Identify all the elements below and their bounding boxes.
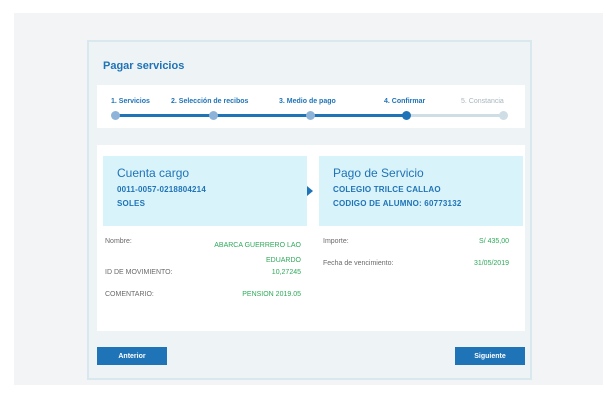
anterior-button[interactable]: Anterior	[97, 347, 167, 365]
movimiento-value: 10,27245	[271, 269, 301, 276]
account-number: 0011-0057-0218804214	[117, 185, 206, 194]
cuenta-cargo-heading: Cuenta cargo	[117, 166, 190, 180]
movimiento-label: ID DE MOVIMIENTO:	[105, 269, 173, 276]
progress-stepper: 1. Servicios 2. Selección de recibos 3. …	[97, 85, 525, 128]
importe-value: S/ 435,00	[479, 238, 509, 245]
step-dot-3	[306, 111, 315, 120]
step-servicios: 1. Servicios	[111, 98, 150, 105]
step-constancia: 5. Constancia	[461, 98, 504, 105]
step-confirmar: 4. Confirmar	[384, 98, 426, 105]
vencimiento-value: 31/05/2019	[473, 260, 509, 267]
comentario-value: PENSION 2019.05	[242, 291, 301, 298]
arrow-right-icon	[307, 186, 313, 196]
step-dot-2	[209, 111, 218, 120]
page-title: Pagar servicios	[103, 60, 185, 72]
step-medio-pago: 3. Medio de pago	[279, 98, 336, 105]
pago-servicio-box: Pago de Servicio COLEGIO TRILCE CALLAO C…	[319, 156, 523, 226]
stepper-track-progress	[114, 114, 406, 117]
comentario-label: COMENTARIO:	[105, 291, 154, 298]
nombre-label: Nombre:	[105, 238, 132, 245]
vencimiento-label: Fecha de vencimiento:	[323, 260, 394, 267]
step-dot-4	[402, 111, 411, 120]
step-dot-1	[111, 111, 120, 120]
confirmation-panel: Cuenta cargo 0011-0057-0218804214 SOLES …	[97, 145, 525, 331]
stepper-labels: 1. Servicios 2. Selección de recibos 3. …	[97, 98, 525, 110]
importe-label: Importe:	[323, 238, 349, 245]
step-seleccion-recibos: 2. Selección de recibos	[171, 98, 249, 105]
nombre-value: ABARCA GUERRERO LAO EDUARDO	[214, 242, 301, 264]
step-dot-5	[499, 111, 508, 120]
siguiente-button[interactable]: Siguiente	[455, 347, 525, 365]
pago-servicio-heading: Pago de Servicio	[333, 166, 424, 180]
service-company: COLEGIO TRILCE CALLAO	[333, 185, 441, 194]
student-code: CODIGO DE ALUMNO: 60773132	[333, 199, 462, 208]
cuenta-cargo-box: Cuenta cargo 0011-0057-0218804214 SOLES	[103, 156, 307, 226]
account-currency: SOLES	[117, 199, 146, 208]
